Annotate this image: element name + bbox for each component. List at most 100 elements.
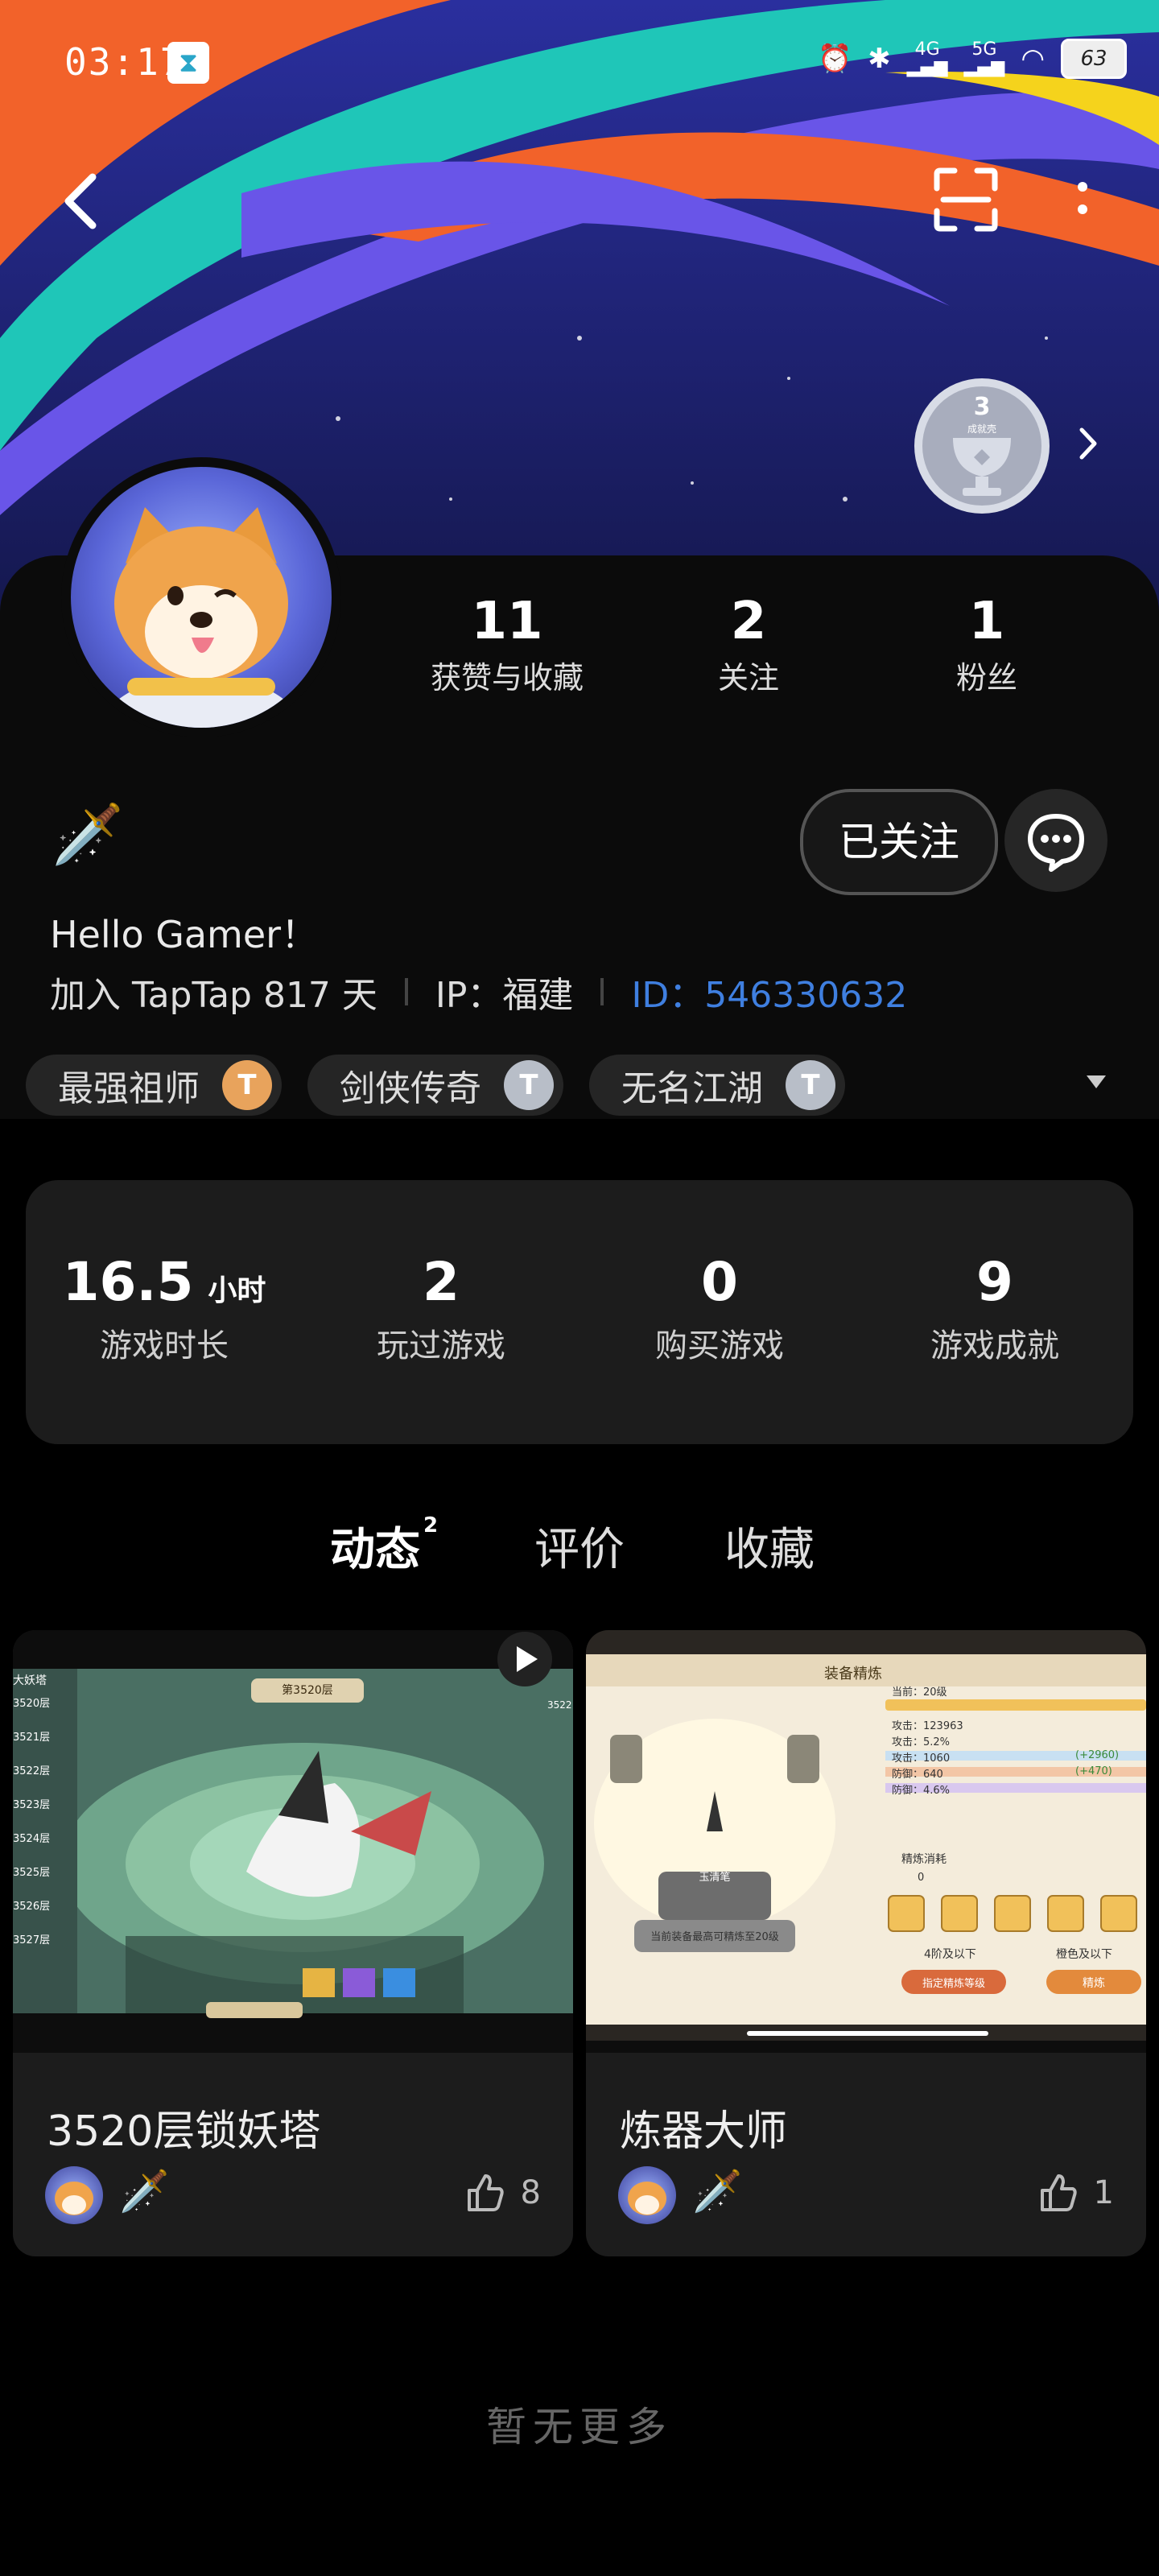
stat-following-value: 2 (730, 592, 767, 651)
floor-list: 3520层 3521层 3522层 3523层 3524层 3525层 3526… (13, 1695, 56, 1965)
refine-bonus: (+470) (1075, 1765, 1112, 1777)
stat-achievements[interactable]: 9 游戏成就 (866, 1251, 1124, 1366)
like-button[interactable]: 8 (463, 2171, 541, 2215)
chevron-left-icon (64, 173, 97, 229)
shiba-avatar-icon (105, 507, 298, 728)
tag-item[interactable]: 剑侠传奇 T (307, 1055, 563, 1116)
bought-label: 购买游戏 (655, 1327, 784, 1364)
tab-count: 2 (423, 1513, 439, 1538)
refine-header: 装备精炼 (824, 1666, 882, 1682)
played-value: 2 (423, 1251, 460, 1313)
achievements-value: 9 (976, 1251, 1013, 1313)
alarm-icon: ⏰ (817, 43, 852, 75)
floor-item: 3522层 (13, 1765, 51, 1777)
tag-item[interactable]: 最强祖师 T (26, 1055, 282, 1116)
stat-likes-value: 11 (471, 592, 543, 651)
post-card[interactable]: 第3520层 大妖塔 3522 3520层 3521层 3522层 3523层 … (13, 1630, 573, 2256)
thumbs-up-icon (467, 2174, 504, 2211)
stat-likes[interactable]: 11 获赞与收藏 (410, 592, 604, 697)
status-icons: ⏰ ✱ 4G ▂▄▆ 5G ▂▄▆ ◠ 63 (818, 39, 1127, 79)
author-avatar[interactable] (45, 2166, 103, 2224)
tag-label: 最强祖师 (58, 1068, 200, 1109)
avatar[interactable] (61, 457, 341, 737)
ip-location: IP：福建 (435, 975, 574, 1016)
refine-note: 当前装备最高可精炼至20级 (650, 1931, 779, 1943)
thumbs-up-icon (1040, 2174, 1077, 2211)
bought-value: 0 (701, 1251, 738, 1313)
content-tabs: 动态 2 评价 收藏 (0, 1513, 1159, 1594)
tab-moments[interactable]: 动态 2 (324, 1513, 443, 1581)
floor-header: 第3520层 (282, 1684, 333, 1697)
stat-played-games[interactable]: 2 玩过游戏 (312, 1251, 570, 1366)
refine-level: 当前：20级 (892, 1686, 947, 1699)
shiba-avatar-icon (55, 2182, 93, 2215)
achievement-badge[interactable]: 3 成就壳 (911, 375, 1104, 517)
post-image[interactable]: 装备精炼 当前：20级 攻击：123963 攻击：5.2% 攻击：1060 防御… (586, 1630, 1146, 2053)
tag-label: 剑侠传奇 (340, 1068, 481, 1109)
refine-attr: 防御：4.6% (892, 1785, 951, 1797)
divider (600, 978, 604, 1005)
refine-attr: 攻击：5.2% (892, 1736, 951, 1748)
playtime-value: 16.5 (62, 1251, 194, 1313)
cost-label: 精炼消耗 (901, 1853, 947, 1866)
stat-following[interactable]: 2 关注 (668, 592, 829, 697)
refine-bonus: (+2960) (1075, 1749, 1120, 1761)
chevron-right-icon (1079, 427, 1097, 460)
tap-badge-icon: T (504, 1060, 554, 1110)
refine-button: 精炼 (1083, 1977, 1105, 1990)
tab-favorites[interactable]: 收藏 (724, 1513, 815, 1579)
stat-fans-value: 1 (968, 592, 1005, 651)
playtime-unit: 小时 (208, 1274, 266, 1307)
tower-name: 大妖塔 (13, 1674, 47, 1687)
tab-reviews[interactable]: 评价 (534, 1513, 625, 1579)
equip-name: 玉清笔 (699, 1872, 731, 1884)
floor-item: 3524层 (13, 1833, 51, 1845)
color-select: 橙色及以下 (1056, 1948, 1112, 1961)
floor-right-label: 3522 (547, 1699, 572, 1711)
divider (404, 978, 408, 1005)
floor-item: 3520层 (13, 1698, 51, 1710)
scan-icon (934, 167, 998, 232)
bio-text: Hello Gamer！ (50, 913, 319, 956)
game-tags: 最强祖师 T 剑侠传奇 T 无名江湖 T (26, 1055, 845, 1116)
refine-attr: 防御：640 (892, 1769, 943, 1781)
stat-bought-games[interactable]: 0 购买游戏 (591, 1251, 848, 1366)
tap-badge-icon: T (222, 1060, 272, 1110)
achievement-label: 成就壳 (967, 423, 996, 435)
net-label-2: 5G (971, 39, 997, 60)
achievements-label: 游戏成就 (930, 1327, 1059, 1364)
refine-attr: 攻击：1060 (892, 1752, 951, 1765)
like-button[interactable]: 1 (1036, 2171, 1114, 2215)
stat-fans[interactable]: 1 粉丝 (906, 592, 1067, 697)
scan-button[interactable] (932, 166, 1000, 233)
rank-select: 4阶及以下 (924, 1948, 976, 1961)
back-button[interactable] (56, 169, 105, 233)
post-image[interactable]: 第3520层 大妖塔 3522 3520层 3521层 3522层 3523层 … (13, 1630, 573, 2053)
set-level-button: 指定精炼等级 (922, 1978, 985, 1990)
floor-item: 3525层 (13, 1867, 51, 1879)
sword-badge-icon[interactable]: 🗡️ (52, 800, 124, 869)
author-avatar[interactable] (618, 2166, 676, 2224)
bluetooth-icon: ✱ (868, 43, 891, 75)
stat-fans-label: 粉丝 (955, 660, 1017, 696)
signal-4g-icon: 4G ▂▄▆ (906, 39, 948, 77)
post-card[interactable]: 装备精炼 当前：20级 攻击：123963 攻击：5.2% 攻击：1060 防御… (586, 1630, 1146, 2256)
tag-item[interactable]: 无名江湖 T (589, 1055, 845, 1116)
follow-button[interactable]: 已关注 (800, 789, 998, 895)
join-days: 加入 TapTap 817 天 (50, 975, 377, 1016)
cost-value: 0 (918, 1872, 925, 1884)
message-button[interactable] (1004, 789, 1107, 892)
more-button[interactable] (1070, 177, 1095, 225)
status-time: 03:17 (64, 40, 184, 84)
achievement-count: 3 (973, 393, 991, 421)
post-title: 炼器大师 (620, 2107, 788, 2156)
user-id[interactable]: ID：546330632 (631, 966, 907, 1018)
tags-expand-icon[interactable] (1087, 1075, 1106, 1088)
like-count: 8 (520, 2174, 541, 2211)
game-stats-panel: 16.5 小时 游戏时长 2 玩过游戏 0 购买游戏 9 游戏成就 (26, 1180, 1133, 1444)
net-label-1: 4G (914, 39, 940, 60)
sword-badge-icon: 🗡️ (692, 2168, 743, 2215)
tab-label: 动态 (330, 1524, 420, 1576)
stat-playtime[interactable]: 16.5 小时 游戏时长 (35, 1251, 293, 1366)
floor-item: 3526层 (13, 1901, 51, 1913)
